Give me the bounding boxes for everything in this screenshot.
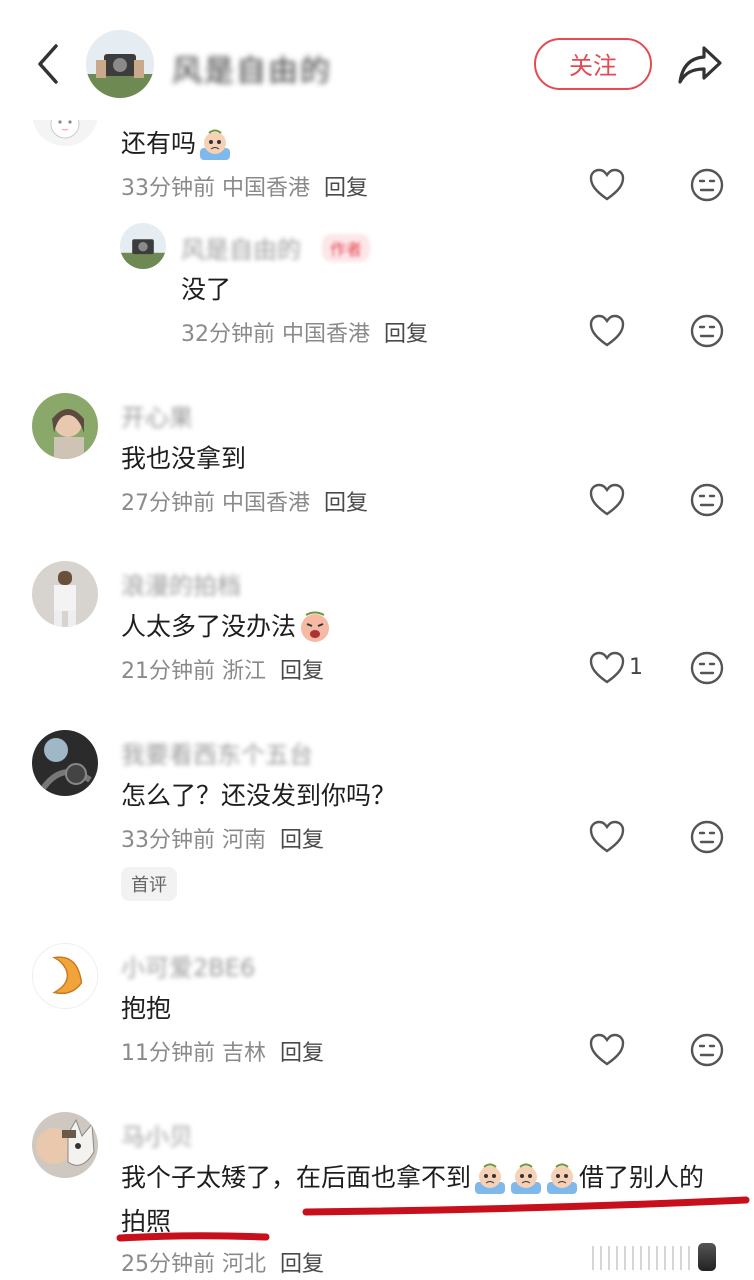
- reply-button[interactable]: 回复: [324, 176, 368, 201]
- share-arrow-icon[interactable]: [676, 42, 724, 86]
- reply-button[interactable]: 回复: [280, 659, 324, 684]
- neutral-face-icon[interactable]: [690, 314, 724, 348]
- watermark-icon: [698, 1243, 716, 1271]
- heart-icon[interactable]: [589, 1033, 625, 1067]
- like-count: 1: [629, 655, 643, 680]
- author-badge: 作者: [322, 234, 371, 262]
- comment-text: 还有吗: [121, 124, 232, 162]
- reply-button[interactable]: 回复: [280, 1041, 324, 1066]
- commenter-username: 小可爱2BE6: [121, 954, 256, 982]
- sob-emoji: [301, 611, 330, 642]
- comment-text: 人太多了没办法: [121, 607, 332, 645]
- author-reply-avatar[interactable]: [120, 223, 166, 269]
- comment-text: 我也没拿到: [121, 444, 247, 473]
- comment-meta: 27分钟前 中国香港 回复: [121, 491, 369, 516]
- commenter-username: 浪漫的拍档: [121, 572, 241, 600]
- neutral-face-icon[interactable]: [690, 820, 724, 854]
- red-underline-annotation: [116, 1196, 750, 1242]
- neutral-face-icon[interactable]: [690, 168, 724, 202]
- reply-button[interactable]: 回复: [280, 828, 324, 853]
- heart-icon[interactable]: [589, 168, 625, 202]
- heart-icon[interactable]: [589, 820, 625, 854]
- neutral-face-icon[interactable]: [690, 1033, 724, 1067]
- comment-text: 抱抱: [121, 994, 172, 1023]
- watermark-dots: [592, 1246, 692, 1270]
- reply-button[interactable]: 回复: [384, 322, 428, 347]
- follow-button[interactable]: 关注: [534, 38, 652, 90]
- chevron-left-icon[interactable]: [30, 40, 66, 88]
- commenter-username: 我要看西东个五台: [121, 741, 313, 769]
- reply-button[interactable]: 回复: [324, 491, 368, 516]
- comment-meta: 25分钟前 河北 回复: [121, 1252, 325, 1277]
- reply-username: 风是自由的: [181, 236, 301, 264]
- commenter-username: 开心果: [121, 404, 193, 432]
- neutral-face-icon[interactable]: [690, 651, 724, 685]
- heart-icon[interactable]: [589, 651, 625, 685]
- comment-meta: 33分钟前 中国香港 回复: [121, 176, 369, 201]
- reply-button[interactable]: 回复: [280, 1252, 324, 1277]
- heart-icon[interactable]: [589, 483, 625, 517]
- commenter-avatar[interactable]: [32, 730, 98, 796]
- comment-text: 没了: [181, 275, 232, 304]
- comment-meta: 11分钟前 吉林 回复: [121, 1041, 325, 1066]
- commenter-username: 马小贝: [121, 1123, 193, 1151]
- comment-meta: 21分钟前 浙江 回复: [121, 659, 325, 684]
- crying-emoji: [200, 129, 231, 160]
- neutral-face-icon[interactable]: [690, 483, 724, 517]
- author-name: 风是自由的: [172, 54, 332, 89]
- author-avatar[interactable]: [86, 30, 154, 98]
- commenter-avatar[interactable]: [32, 943, 98, 1009]
- commenter-avatar[interactable]: [32, 1112, 98, 1178]
- commenter-avatar[interactable]: [32, 393, 98, 459]
- top-bar: 风是自由的 关注: [0, 0, 754, 120]
- comment-meta: 33分钟前 河南 回复: [121, 828, 325, 853]
- heart-icon[interactable]: [589, 314, 625, 348]
- comment-text: 怎么了？还没发到你吗？: [121, 781, 397, 810]
- comment-meta: 32分钟前 中国香港 回复: [181, 322, 429, 347]
- commenter-avatar[interactable]: [32, 561, 98, 627]
- first-comment-badge: 首评: [121, 867, 177, 901]
